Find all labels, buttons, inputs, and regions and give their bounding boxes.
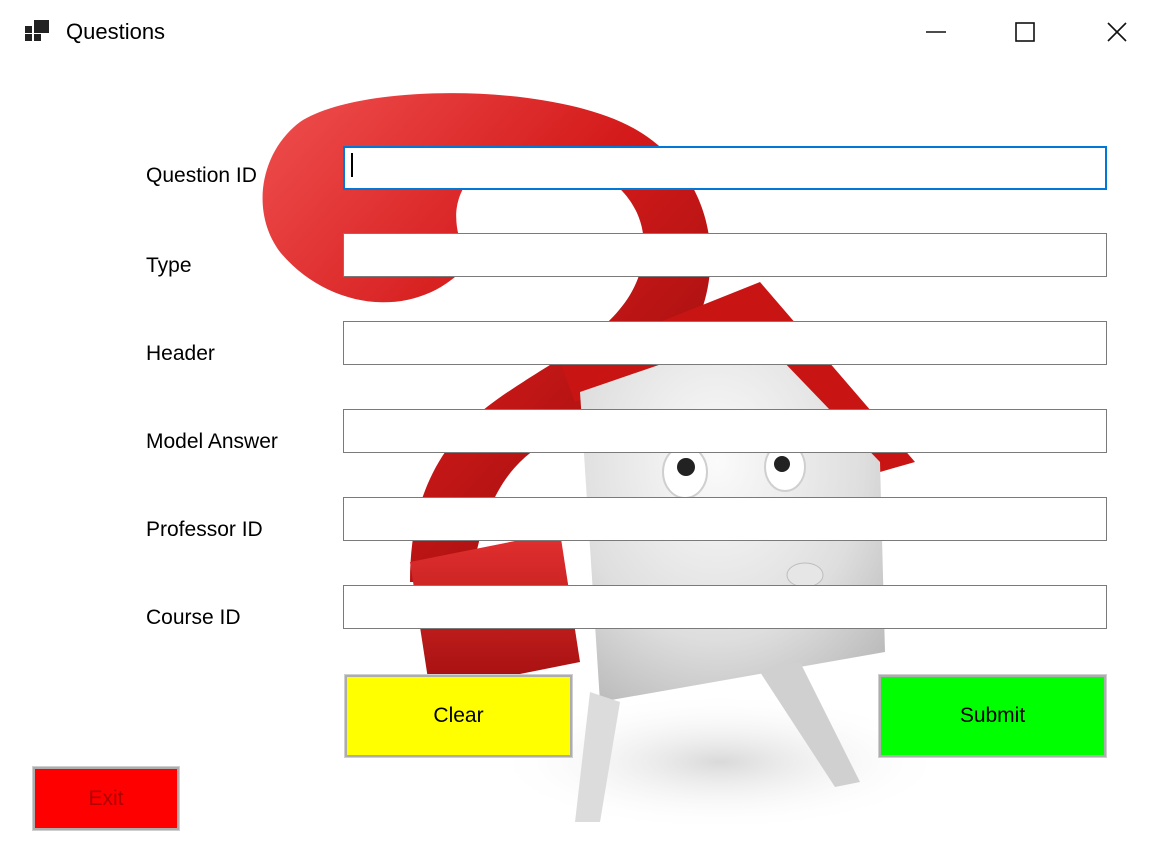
model-answer-label: Model Answer	[146, 427, 281, 457]
title-bar[interactable]: Questions	[0, 0, 1154, 62]
model-answer-input[interactable]	[343, 409, 1107, 453]
exit-button-label: Exit	[88, 786, 124, 810]
minimize-icon	[924, 20, 948, 44]
professor-id-input[interactable]	[343, 497, 1107, 541]
submit-button[interactable]: Submit	[878, 674, 1107, 758]
header-input[interactable]	[343, 321, 1107, 365]
clear-button[interactable]: Clear	[344, 674, 573, 758]
question-id-label: Question ID	[146, 161, 260, 191]
course-id-input[interactable]	[343, 585, 1107, 629]
app-icon	[25, 20, 51, 42]
question-id-input[interactable]	[343, 146, 1107, 190]
submit-button-label: Submit	[959, 704, 1026, 727]
maximize-icon	[1013, 20, 1037, 44]
course-id-label: Course ID	[146, 603, 244, 633]
questions-window: Questions Question ID Type Header Model …	[0, 0, 1154, 850]
type-input[interactable]	[343, 233, 1107, 277]
maximize-button[interactable]	[1002, 10, 1048, 54]
text-caret	[351, 153, 353, 177]
header-label: Header	[146, 339, 218, 369]
close-button[interactable]	[1094, 10, 1140, 54]
exit-button[interactable]: Exit	[32, 766, 180, 831]
clear-button-label: Clear	[433, 704, 484, 727]
professor-id-label: Professor ID	[146, 515, 266, 545]
minimize-button[interactable]	[913, 10, 959, 54]
window-title: Questions	[66, 19, 166, 44]
form-client-area: Question ID Type Header Model Answer Pro…	[0, 62, 1154, 850]
close-icon	[1105, 20, 1129, 44]
type-label: Type	[146, 251, 195, 281]
